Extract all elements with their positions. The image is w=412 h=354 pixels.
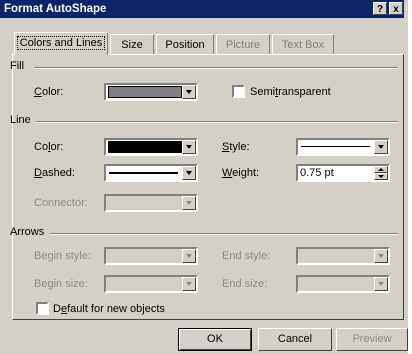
tab-picture[interactable]: Picture [216, 34, 270, 54]
begin-size-dropdown[interactable] [104, 275, 198, 293]
end-size-label: End size: [222, 278, 268, 290]
semitransparent-checkbox[interactable] [232, 85, 245, 98]
line-style-dropdown[interactable] [296, 138, 390, 156]
end-style-label: End style: [222, 250, 271, 262]
begin-size-label: Begin size: [34, 278, 88, 290]
tab-size[interactable]: Size [110, 34, 154, 54]
chevron-down-icon [374, 140, 388, 154]
chevron-down-icon [182, 277, 196, 291]
preview-button[interactable]: Preview [336, 328, 408, 351]
fill-divider [34, 67, 398, 69]
chevron-down-icon [182, 249, 196, 263]
tab-position[interactable]: Position [156, 34, 214, 54]
fill-color-label: Color: [34, 86, 64, 98]
begin-style-dropdown[interactable] [104, 247, 198, 265]
tab-colors-and-lines[interactable]: Colors and Lines [14, 32, 108, 55]
line-section-label: Line [10, 114, 31, 126]
tab-text-box[interactable]: Text Box [272, 34, 334, 54]
weight-value: 0.75 pt [300, 167, 334, 179]
connector-label: Connector: [34, 197, 88, 209]
default-for-new-objects-checkbox[interactable] [36, 302, 49, 315]
semitransparent-label: Semitransparent [250, 86, 331, 98]
default-for-new-objects-label: Default for new objects [53, 303, 165, 315]
weight-spin-buttons [374, 166, 388, 180]
chevron-down-icon [182, 196, 196, 210]
weight-spinner[interactable]: 0.75 pt [296, 164, 390, 182]
line-color-dropdown[interactable] [104, 138, 198, 156]
chevron-down-icon [182, 85, 196, 99]
arrows-section-label: Arrows [10, 226, 45, 238]
help-button[interactable]: ? [373, 2, 387, 15]
format-autoshape-dialog: Format AutoShape ? x Colors and Lines Si… [0, 0, 410, 354]
chevron-down-icon [374, 249, 388, 263]
line-style-preview [301, 146, 370, 147]
dashed-dropdown[interactable] [104, 164, 198, 182]
line-divider [36, 121, 398, 123]
close-button[interactable]: x [389, 2, 403, 15]
spin-down-icon[interactable] [374, 173, 388, 180]
cancel-button[interactable]: Cancel [258, 328, 332, 351]
fill-section-label: Fill [10, 60, 25, 72]
chevron-down-icon [182, 166, 196, 180]
fill-color-swatch [108, 86, 182, 98]
end-style-dropdown[interactable] [296, 247, 390, 265]
fill-color-dropdown[interactable] [104, 83, 198, 101]
ok-button[interactable]: OK [178, 328, 252, 351]
style-label: Style: [222, 141, 250, 153]
arrows-divider [50, 233, 398, 235]
begin-style-label: Begin style: [34, 250, 91, 262]
chevron-down-icon [182, 140, 196, 154]
chevron-down-icon [374, 277, 388, 291]
dashed-label: Dashed: [34, 167, 75, 179]
connector-dropdown[interactable] [104, 194, 198, 212]
weight-label: Weight: [222, 167, 260, 179]
dash-style-preview [109, 172, 178, 174]
dialog-title: Format AutoShape [4, 3, 107, 15]
spin-up-icon[interactable] [374, 166, 388, 173]
line-color-label: Color: [34, 141, 64, 153]
title-bar: Format AutoShape ? x [0, 0, 404, 18]
line-color-swatch [108, 141, 182, 153]
end-size-dropdown[interactable] [296, 275, 390, 293]
